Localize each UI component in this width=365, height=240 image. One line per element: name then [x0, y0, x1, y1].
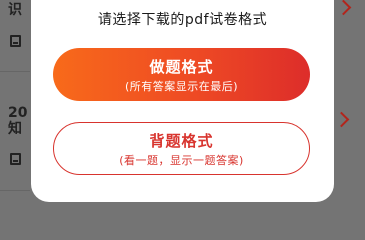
list-item-title: 知 [8, 121, 22, 137]
book-icon [10, 35, 21, 47]
memorize-format-subtitle: (看一题，显示一题答案) [119, 154, 244, 167]
chevron-right-icon[interactable] [335, 0, 352, 16]
chevron-right-icon[interactable] [333, 111, 350, 128]
list-item-title: 20 [8, 105, 28, 121]
list-divider [0, 190, 30, 191]
book-icon [10, 153, 21, 165]
list-item-title: 识 [8, 2, 22, 18]
list-divider [0, 71, 30, 72]
practice-format-title: 做题格式 [149, 58, 214, 76]
practice-format-subtitle: (所有答案显示在最后) [124, 80, 239, 93]
download-format-dialog: 请选择下载的pdf试卷格式 做题格式 (所有答案显示在最后) 背题格式 (看一题… [31, 0, 334, 202]
practice-format-button[interactable]: 做题格式 (所有答案显示在最后) [53, 48, 310, 101]
memorize-format-button[interactable]: 背题格式 (看一题，显示一题答案) [53, 122, 310, 175]
memorize-format-title: 背题格式 [149, 132, 214, 150]
dialog-prompt: 请选择下载的pdf试卷格式 [97, 12, 268, 28]
